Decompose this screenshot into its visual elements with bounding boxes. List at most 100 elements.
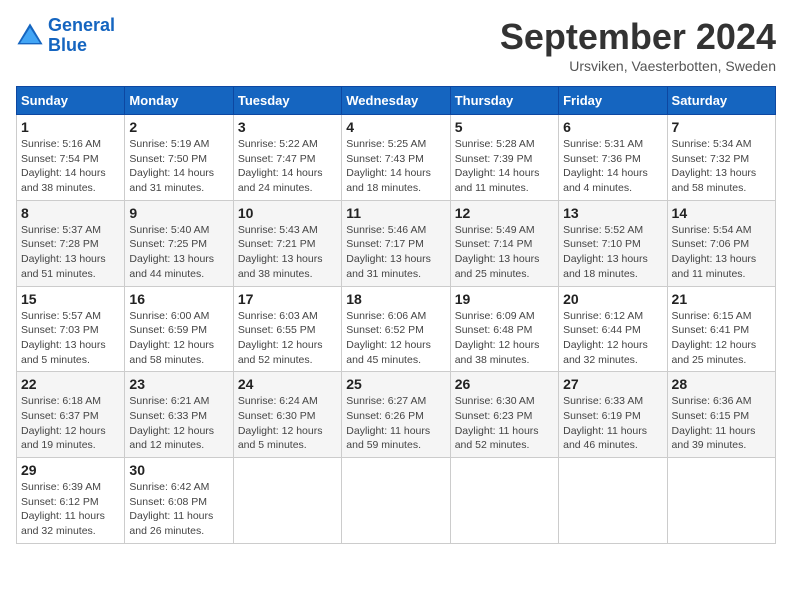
day-info: Sunrise: 5:52 AM Sunset: 7:10 PM Dayligh…	[563, 223, 662, 282]
day-number: 21	[672, 291, 771, 307]
week-row-3: 15 Sunrise: 5:57 AM Sunset: 7:03 PM Dayli…	[17, 286, 776, 372]
day-number: 6	[563, 119, 662, 135]
day-info: Sunrise: 5:37 AM Sunset: 7:28 PM Dayligh…	[21, 223, 120, 282]
day-cell: 3 Sunrise: 5:22 AM Sunset: 7:47 PM Daylig…	[233, 115, 341, 201]
day-number: 5	[455, 119, 554, 135]
day-number: 22	[21, 376, 120, 392]
day-cell: 4 Sunrise: 5:25 AM Sunset: 7:43 PM Daylig…	[342, 115, 450, 201]
day-cell: 11Sunrise: 5:46 AM Sunset: 7:17 PM Dayli…	[342, 200, 450, 286]
day-info: Sunrise: 5:16 AM Sunset: 7:54 PM Dayligh…	[21, 137, 120, 196]
day-info: Sunrise: 6:24 AM Sunset: 6:30 PM Dayligh…	[238, 394, 337, 453]
day-number: 4	[346, 119, 445, 135]
logo-line2: Blue	[48, 35, 87, 55]
header-thursday: Thursday	[450, 87, 558, 115]
day-cell	[667, 458, 775, 544]
day-number: 15	[21, 291, 120, 307]
day-number: 26	[455, 376, 554, 392]
day-cell: 1Sunrise: 5:16 AM Sunset: 7:54 PM Daylig…	[17, 115, 125, 201]
day-cell: 26Sunrise: 6:30 AM Sunset: 6:23 PM Dayli…	[450, 372, 558, 458]
day-info: Sunrise: 6:00 AM Sunset: 6:59 PM Dayligh…	[129, 309, 228, 368]
day-info: Sunrise: 6:03 AM Sunset: 6:55 PM Dayligh…	[238, 309, 337, 368]
day-info: Sunrise: 6:06 AM Sunset: 6:52 PM Dayligh…	[346, 309, 445, 368]
header-sunday: Sunday	[17, 87, 125, 115]
day-cell: 24 Sunrise: 6:24 AM Sunset: 6:30 PM Dayli…	[233, 372, 341, 458]
day-info: Sunrise: 6:09 AM Sunset: 6:48 PM Dayligh…	[455, 309, 554, 368]
day-cell: 13Sunrise: 5:52 AM Sunset: 7:10 PM Dayli…	[559, 200, 667, 286]
day-info: Sunrise: 6:36 AM Sunset: 6:15 PM Dayligh…	[672, 394, 771, 453]
day-cell	[559, 458, 667, 544]
day-cell: 20Sunrise: 6:12 AM Sunset: 6:44 PM Dayli…	[559, 286, 667, 372]
day-cell: 21 Sunrise: 6:15 AM Sunset: 6:41 PM Dayli…	[667, 286, 775, 372]
day-cell: 22 Sunrise: 6:18 AM Sunset: 6:37 PM Dayli…	[17, 372, 125, 458]
day-number: 18	[346, 291, 445, 307]
day-number: 25	[346, 376, 445, 392]
day-number: 10	[238, 205, 337, 221]
day-cell: 25 Sunrise: 6:27 AM Sunset: 6:26 PM Dayli…	[342, 372, 450, 458]
page-header: General Blue September 2024 Ursviken, Va…	[16, 16, 776, 74]
day-cell: 19 Sunrise: 6:09 AM Sunset: 6:48 PM Dayli…	[450, 286, 558, 372]
day-number: 29	[21, 462, 120, 478]
calendar-table: Sunday Monday Tuesday Wednesday Thursday…	[16, 86, 776, 544]
day-number: 17	[238, 291, 337, 307]
day-number: 28	[672, 376, 771, 392]
day-cell: 7 Sunrise: 5:34 AM Sunset: 7:32 PM Daylig…	[667, 115, 775, 201]
day-cell: 23 Sunrise: 6:21 AM Sunset: 6:33 PM Dayli…	[125, 372, 233, 458]
header-friday: Friday	[559, 87, 667, 115]
day-number: 19	[455, 291, 554, 307]
day-cell: 18 Sunrise: 6:06 AM Sunset: 6:52 PM Dayli…	[342, 286, 450, 372]
calendar-title: September 2024	[500, 16, 776, 58]
day-info: Sunrise: 5:43 AM Sunset: 7:21 PM Dayligh…	[238, 223, 337, 282]
day-number: 7	[672, 119, 771, 135]
day-info: Sunrise: 6:21 AM Sunset: 6:33 PM Dayligh…	[129, 394, 228, 453]
day-info: Sunrise: 6:12 AM Sunset: 6:44 PM Dayligh…	[563, 309, 662, 368]
day-number: 24	[238, 376, 337, 392]
day-number: 30	[129, 462, 228, 478]
day-info: Sunrise: 5:22 AM Sunset: 7:47 PM Dayligh…	[238, 137, 337, 196]
week-row-2: 8Sunrise: 5:37 AM Sunset: 7:28 PM Daylig…	[17, 200, 776, 286]
day-info: Sunrise: 5:49 AM Sunset: 7:14 PM Dayligh…	[455, 223, 554, 282]
day-number: 14	[672, 205, 771, 221]
day-cell: 17 Sunrise: 6:03 AM Sunset: 6:55 PM Dayli…	[233, 286, 341, 372]
day-cell: 6 Sunrise: 5:31 AM Sunset: 7:36 PM Daylig…	[559, 115, 667, 201]
day-info: Sunrise: 5:31 AM Sunset: 7:36 PM Dayligh…	[563, 137, 662, 196]
day-info: Sunrise: 6:15 AM Sunset: 6:41 PM Dayligh…	[672, 309, 771, 368]
week-row-4: 22 Sunrise: 6:18 AM Sunset: 6:37 PM Dayli…	[17, 372, 776, 458]
day-info: Sunrise: 6:18 AM Sunset: 6:37 PM Dayligh…	[21, 394, 120, 453]
day-number: 11	[346, 205, 445, 221]
day-cell: 10 Sunrise: 5:43 AM Sunset: 7:21 PM Dayli…	[233, 200, 341, 286]
day-number: 23	[129, 376, 228, 392]
day-cell	[233, 458, 341, 544]
day-info: Sunrise: 6:39 AM Sunset: 6:12 PM Dayligh…	[21, 480, 120, 539]
week-row-5: 29 Sunrise: 6:39 AM Sunset: 6:12 PM Dayli…	[17, 458, 776, 544]
header-saturday: Saturday	[667, 87, 775, 115]
day-cell: 16Sunrise: 6:00 AM Sunset: 6:59 PM Dayli…	[125, 286, 233, 372]
day-info: Sunrise: 5:40 AM Sunset: 7:25 PM Dayligh…	[129, 223, 228, 282]
day-cell: 15 Sunrise: 5:57 AM Sunset: 7:03 PM Dayli…	[17, 286, 125, 372]
day-info: Sunrise: 6:27 AM Sunset: 6:26 PM Dayligh…	[346, 394, 445, 453]
day-number: 2	[129, 119, 228, 135]
header-row: Sunday Monday Tuesday Wednesday Thursday…	[17, 87, 776, 115]
header-monday: Monday	[125, 87, 233, 115]
title-section: September 2024 Ursviken, Vaesterbotten, …	[500, 16, 776, 74]
day-info: Sunrise: 5:28 AM Sunset: 7:39 PM Dayligh…	[455, 137, 554, 196]
header-tuesday: Tuesday	[233, 87, 341, 115]
day-number: 27	[563, 376, 662, 392]
day-number: 3	[238, 119, 337, 135]
day-info: Sunrise: 5:19 AM Sunset: 7:50 PM Dayligh…	[129, 137, 228, 196]
day-cell	[342, 458, 450, 544]
logo-icon	[16, 22, 44, 50]
day-info: Sunrise: 6:33 AM Sunset: 6:19 PM Dayligh…	[563, 394, 662, 453]
day-number: 12	[455, 205, 554, 221]
day-cell: 12 Sunrise: 5:49 AM Sunset: 7:14 PM Dayli…	[450, 200, 558, 286]
day-cell: 9Sunrise: 5:40 AM Sunset: 7:25 PM Daylig…	[125, 200, 233, 286]
day-cell: 5 Sunrise: 5:28 AM Sunset: 7:39 PM Daylig…	[450, 115, 558, 201]
day-info: Sunrise: 5:57 AM Sunset: 7:03 PM Dayligh…	[21, 309, 120, 368]
week-row-1: 1Sunrise: 5:16 AM Sunset: 7:54 PM Daylig…	[17, 115, 776, 201]
day-info: Sunrise: 5:25 AM Sunset: 7:43 PM Dayligh…	[346, 137, 445, 196]
day-info: Sunrise: 5:34 AM Sunset: 7:32 PM Dayligh…	[672, 137, 771, 196]
day-cell: 27 Sunrise: 6:33 AM Sunset: 6:19 PM Dayli…	[559, 372, 667, 458]
day-cell: 8Sunrise: 5:37 AM Sunset: 7:28 PM Daylig…	[17, 200, 125, 286]
calendar-subtitle: Ursviken, Vaesterbotten, Sweden	[500, 58, 776, 74]
day-cell: 30Sunrise: 6:42 AM Sunset: 6:08 PM Dayli…	[125, 458, 233, 544]
day-cell	[450, 458, 558, 544]
